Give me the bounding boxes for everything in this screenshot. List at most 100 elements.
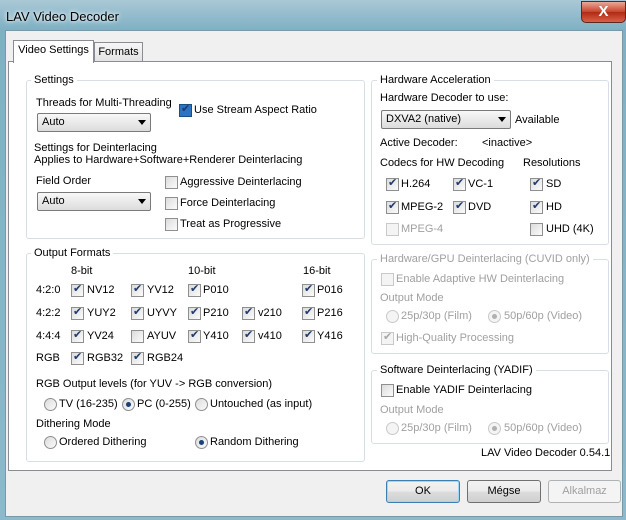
format-checkbox-y410[interactable] [188,328,201,343]
cuvid-radio-film[interactable] [386,310,399,323]
close-button[interactable]: X [581,1,626,23]
col-10bit-header: 10-bit [188,265,216,277]
col-8bit-header: 8-bit [71,265,93,277]
codec-label-mpeg2: MPEG-2 [401,201,444,213]
ok-button[interactable]: OK [386,480,460,503]
codec-checkbox-mpeg4[interactable] [386,223,399,236]
format-checkbox-nv12[interactable] [71,282,84,297]
threads-label: Threads for Multi-Threading [36,97,172,109]
hw-available-status: Available [515,114,560,126]
force-deint-checkbox[interactable] [165,197,178,210]
codec-label-vc1: VC-1 [468,178,494,190]
progressive-label: Treat as Progressive [180,218,282,230]
res-label-uhd: UHD (4K) [546,223,594,235]
rgb-levels-label: RGB Output levels (for YUV -> RGB conver… [36,378,273,390]
levels-radio-pc[interactable] [122,398,135,411]
row-label-rgb: RGB [36,352,60,364]
levels-radio-tv[interactable] [44,398,57,411]
codec-label-dvd: DVD [468,201,492,213]
format-checkbox-v410[interactable] [242,328,255,343]
levels-label-untouched: Untouched (as input) [210,398,313,410]
format-label-uyvy: UYVY [147,307,177,319]
active-decoder-value: <inactive> [482,137,533,149]
cuvid-label-video: 50p/60p (Video) [504,310,583,322]
codec-checkbox-vc1[interactable] [453,176,466,191]
res-checkbox-uhd[interactable] [530,223,543,236]
format-checkbox-uyvy[interactable] [131,305,144,320]
format-label-ayuv: AYUV [147,330,177,342]
format-label-p010: P010 [203,284,229,296]
format-checkbox-yv12[interactable] [131,282,144,297]
col-16bit-header: 16-bit [303,265,331,277]
hwaccel-group-title: Hardware Acceleration [377,74,494,86]
format-checkbox-rgb24[interactable] [131,350,144,365]
tab-formats[interactable]: Formats [94,42,143,63]
aggressive-deint-checkbox[interactable] [165,176,178,189]
format-checkbox-p216[interactable] [302,305,315,320]
format-checkbox-p210[interactable] [188,305,201,320]
field-order-select[interactable]: Auto [37,192,151,211]
yadif-label-video: 50p/60p (Video) [504,422,583,434]
codec-checkbox-h264[interactable] [386,176,399,191]
levels-radio-untouched[interactable] [195,398,208,411]
format-checkbox-yuy2[interactable] [71,305,84,320]
cancel-button[interactable]: Mégse [467,480,541,503]
field-order-select-value: Auto [42,195,65,207]
codec-checkbox-dvd[interactable] [453,199,466,214]
force-deint-label: Force Deinterlacing [180,197,276,209]
tab-video-settings[interactable]: Video Settings [13,40,94,63]
threads-select[interactable]: Auto [37,113,151,132]
format-label-rgb32: RGB32 [87,352,124,364]
format-checkbox-ayuv[interactable] [131,330,144,343]
dither-label-ordered: Ordered Dithering [59,436,147,448]
format-label-p210: P210 [203,307,229,319]
hw-decoder-select[interactable]: DXVA2 (native) [381,110,511,129]
hw-decoder-select-value: DXVA2 (native) [386,113,461,125]
format-checkbox-v210[interactable] [242,305,255,320]
yadif-label-film: 25p/30p (Film) [401,422,472,434]
hw-decoder-label: Hardware Decoder to use: [380,92,509,104]
yadif-group-title: Software Deinterlacing (YADIF) [377,364,536,376]
res-label-hd: HD [546,201,562,213]
cuvid-group-title: Hardware/GPU Deinterlacing (CUVID only) [377,253,593,265]
yadif-radio-film[interactable] [386,422,399,435]
row-label-420: 4:2:0 [36,284,61,296]
row-label-422: 4:2:2 [36,307,61,319]
dither-mode-label: Dithering Mode [36,418,111,430]
window-frame: LAV Video Decoder X Video Settings Forma… [0,0,626,520]
res-checkbox-sd[interactable] [530,176,543,191]
format-label-p216: P216 [317,307,343,319]
format-label-y416: Y416 [317,330,343,342]
res-checkbox-hd[interactable] [530,199,543,214]
format-checkbox-rgb32[interactable] [71,350,84,365]
cuvid-radio-video[interactable] [488,310,501,323]
format-label-nv12: NV12 [87,284,115,296]
window-title: LAV Video Decoder [6,9,119,24]
format-label-y410: Y410 [203,330,229,342]
aggressive-deint-label: Aggressive Deinterlacing [180,176,302,188]
yadif-enable-checkbox[interactable] [381,384,394,397]
codec-label-mpeg4: MPEG-4 [401,223,444,235]
format-checkbox-p010[interactable] [188,282,201,297]
output-formats-title: Output Formats [31,247,114,259]
codec-checkbox-mpeg2[interactable] [386,199,399,214]
stream-aspect-checkbox[interactable] [179,102,192,117]
format-checkbox-y416[interactable] [302,328,315,343]
dither-radio-random[interactable] [195,436,208,449]
format-checkbox-yv24[interactable] [71,328,84,343]
cuvid-adaptive-checkbox[interactable] [381,273,394,286]
format-label-yv24: YV24 [87,330,114,342]
progressive-checkbox[interactable] [165,218,178,231]
deint-subtitle: Applies to Hardware+Software+Renderer De… [34,154,303,166]
cuvid-hq-checkbox[interactable] [381,330,394,345]
yadif-radio-video[interactable] [488,422,501,435]
format-label-v410: v410 [258,330,282,342]
apply-button[interactable]: Alkalmaz [548,480,621,503]
chevron-down-icon [138,120,146,125]
cuvid-hq-label: High-Quality Processing [396,332,514,344]
dither-radio-ordered[interactable] [44,436,57,449]
res-label-sd: SD [546,178,562,190]
yadif-enable-label: Enable YADIF Deinterlacing [396,384,532,396]
field-order-label: Field Order [36,175,92,187]
format-checkbox-p016[interactable] [302,282,315,297]
